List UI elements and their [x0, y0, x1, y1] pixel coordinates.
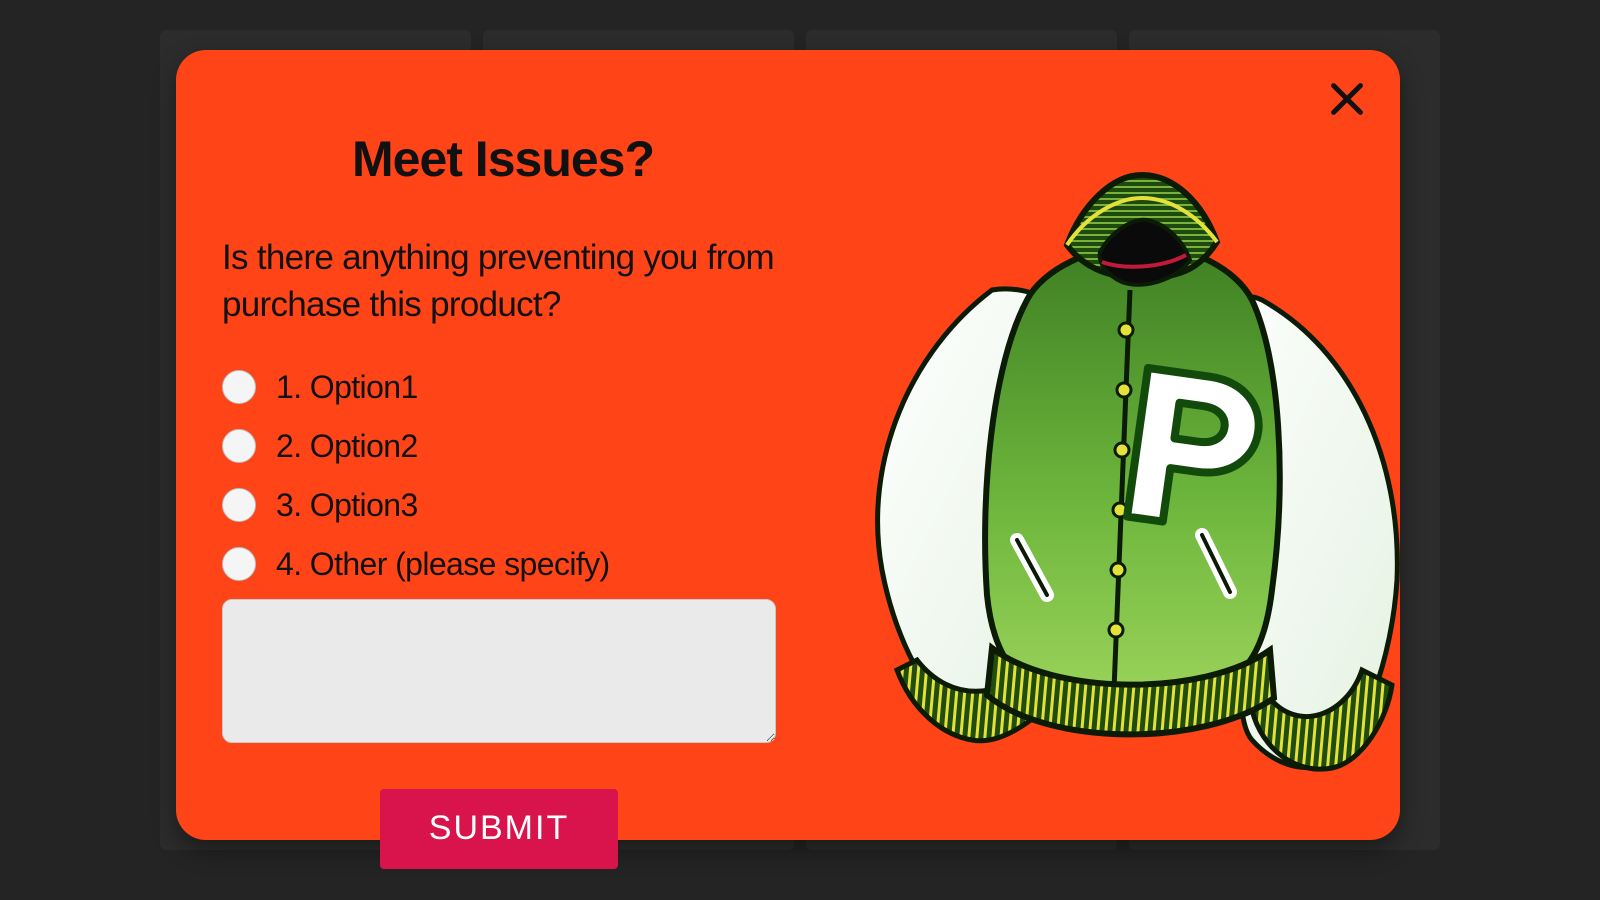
option-label: 3. Option3 [276, 487, 418, 524]
radio-icon [222, 429, 256, 463]
survey-form: Meet Issues? Is there anything preventin… [212, 90, 852, 800]
option-other[interactable]: 4. Other (please specify) [222, 546, 852, 583]
survey-modal: Meet Issues? Is there anything preventin… [176, 50, 1400, 840]
other-specify-input[interactable] [222, 599, 776, 743]
radio-icon [222, 370, 256, 404]
illustration-area [852, 90, 1360, 800]
option-label: 2. Option2 [276, 428, 418, 465]
option-label: 4. Other (please specify) [276, 546, 610, 583]
radio-icon [222, 488, 256, 522]
submit-button[interactable]: SUBMIT [380, 789, 618, 869]
modal-title: Meet Issues? [352, 130, 852, 188]
options-group: 1. Option1 2. Option2 3. Option3 4. Othe… [222, 369, 852, 583]
option-label: 1. Option1 [276, 369, 418, 406]
option-2[interactable]: 2. Option2 [222, 428, 852, 465]
option-1[interactable]: 1. Option1 [222, 369, 852, 406]
survey-question: Is there anything preventing you from pu… [222, 234, 782, 329]
varsity-jacket-icon [842, 150, 1442, 790]
radio-icon [222, 547, 256, 581]
option-3[interactable]: 3. Option3 [222, 487, 852, 524]
